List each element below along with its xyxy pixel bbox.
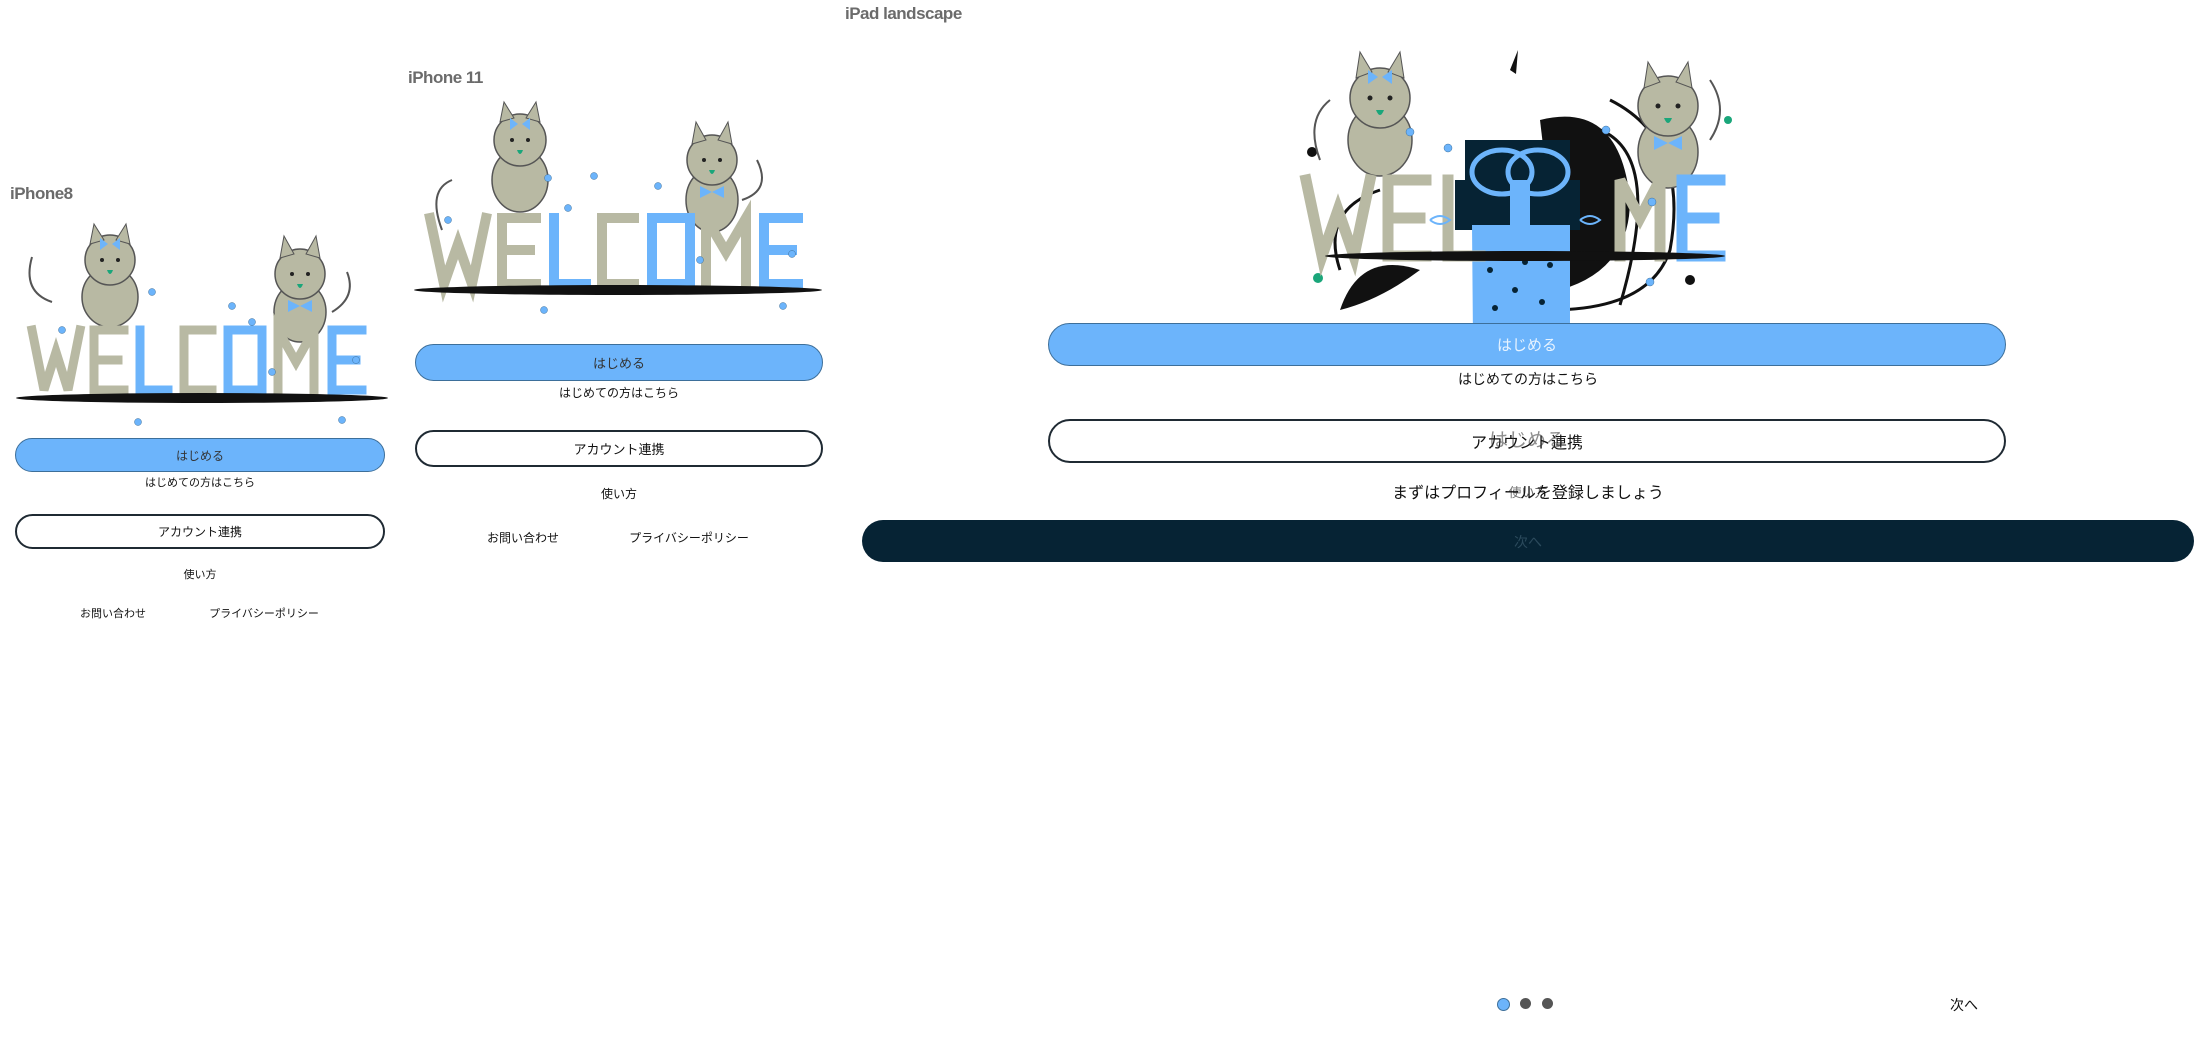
start-button-label: はじめる [592, 357, 645, 372]
start-button[interactable]: はじめる [1048, 323, 2006, 366]
start-button-label: はじめる [1496, 336, 1557, 354]
frame-ipad-landscape: iPad landscape はじめる はじめての方はこちら アカウント連携 は… [840, 0, 2209, 1050]
how-to-use-link[interactable]: 使い方 [601, 485, 637, 502]
account-link-button[interactable]: アカウント連携 [15, 514, 385, 549]
how-to-use-link[interactable]: 使い方 [1508, 482, 1547, 501]
pager-dot-active[interactable] [1497, 998, 1510, 1011]
start-button[interactable]: はじめる [15, 438, 385, 472]
pager-dot[interactable] [1542, 998, 1553, 1009]
next-bar-label: 次へ [1514, 535, 1542, 551]
welcome-illustration [16, 222, 388, 426]
first-time-link[interactable]: はじめての方はこちら [559, 384, 679, 401]
contact-link[interactable]: お問い合わせ [487, 529, 559, 546]
next-button[interactable]: 次へ [1950, 995, 1978, 1015]
pager-dot[interactable] [1520, 998, 1531, 1009]
cat-left-icon [1313, 50, 1413, 177]
account-link-label: アカウント連携 [157, 525, 242, 539]
welcome-illustration [414, 100, 822, 314]
cat-right-icon [1637, 60, 1721, 189]
cat-left-icon [435, 100, 549, 231]
first-time-link[interactable]: はじめての方はこちら [1458, 369, 1598, 389]
how-to-use-link[interactable]: 使い方 [184, 566, 217, 582]
frame-iphone8: iPhone8 はじめる はじめての方はこちら アカウント連携 使い方 お問い合… [0, 0, 400, 650]
account-link-button[interactable]: アカウント連携 [415, 430, 823, 467]
first-time-link[interactable]: はじめての方はこちら [145, 474, 255, 490]
overlay-start-label: はじめる [1488, 429, 1566, 451]
frame-label: iPhone 11 [408, 68, 483, 87]
frame-label: iPhone8 [10, 184, 73, 203]
frame-iphone11: iPhone 11 はじめる はじめての方はこちら アカウント連携 使い方 お問… [400, 0, 840, 600]
account-link-label: アカウント連携 [573, 443, 665, 458]
account-link-button[interactable]: アカウント連携 はじめる [1048, 419, 2006, 463]
privacy-policy-link[interactable]: プライバシーポリシー [209, 605, 319, 621]
next-bar[interactable]: 次へ [862, 520, 2194, 562]
start-button[interactable]: はじめる [415, 344, 823, 381]
cat-left-icon [28, 222, 139, 328]
start-button-label: はじめる [175, 448, 224, 463]
frame-label: iPad landscape [845, 4, 962, 23]
contact-link[interactable]: お問い合わせ [80, 605, 146, 621]
welcome-text-graphic [26, 312, 367, 395]
privacy-policy-link[interactable]: プライバシーポリシー [629, 529, 749, 546]
welcome-illustration [1299, 50, 1732, 355]
